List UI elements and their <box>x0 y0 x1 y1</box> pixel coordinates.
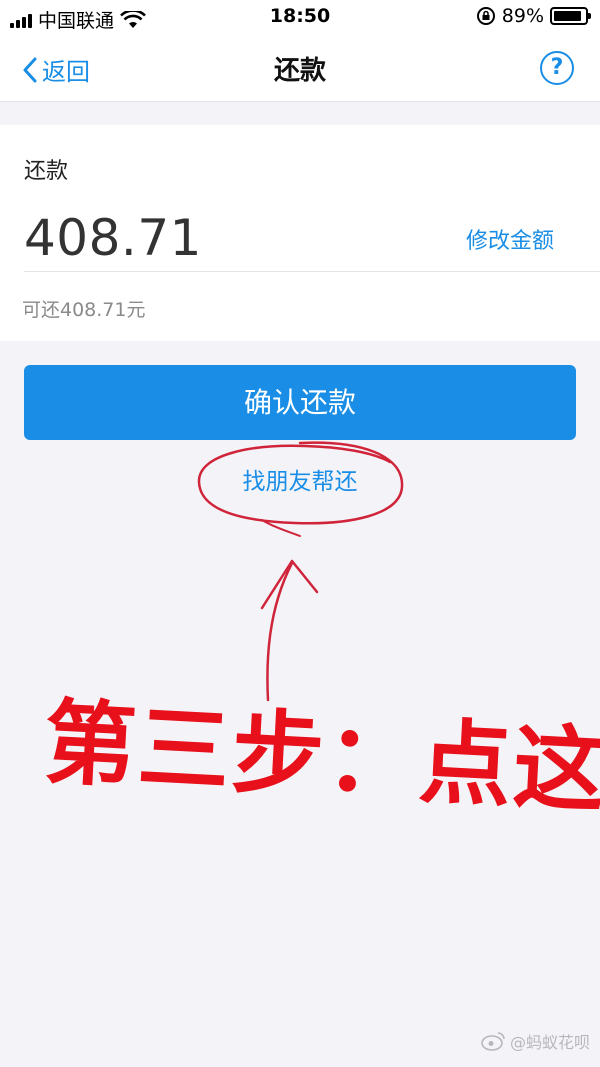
modify-amount-link[interactable]: 修改金额 <box>466 223 554 255</box>
annotation-arrow-head <box>260 559 319 610</box>
orientation-lock-icon <box>476 7 495 25</box>
page-title: 还款 <box>273 56 326 86</box>
nav-bar: 返回 还款 ? <box>0 34 600 102</box>
status-right: 89% <box>476 5 591 27</box>
available-amount: 可还408.71元 <box>22 299 146 321</box>
amount-input[interactable]: 408.71 <box>24 209 202 267</box>
watermark: @蚂蚁花呗 <box>480 1029 590 1053</box>
friend-help-link[interactable]: 找朋友帮还 <box>0 462 600 496</box>
watermark-text: @蚂蚁花呗 <box>509 1033 590 1052</box>
repayment-card: 还款 408.71 修改金额 可还408.71元 <box>0 125 600 341</box>
annotation-circle-tail <box>261 519 301 537</box>
battery-fill <box>554 11 581 21</box>
divider <box>24 271 600 272</box>
weibo-icon <box>481 1032 505 1051</box>
help-icon[interactable]: ? <box>540 51 574 85</box>
status-bar: 中国联通 18:50 89% <box>0 0 600 34</box>
repayment-label: 还款 <box>24 159 69 184</box>
confirm-repayment-button[interactable]: 确认还款 <box>24 365 576 440</box>
battery-icon <box>550 7 591 25</box>
battery-percent: 89% <box>501 5 544 27</box>
annotation-text: 第三步：点这里 <box>41 687 600 831</box>
